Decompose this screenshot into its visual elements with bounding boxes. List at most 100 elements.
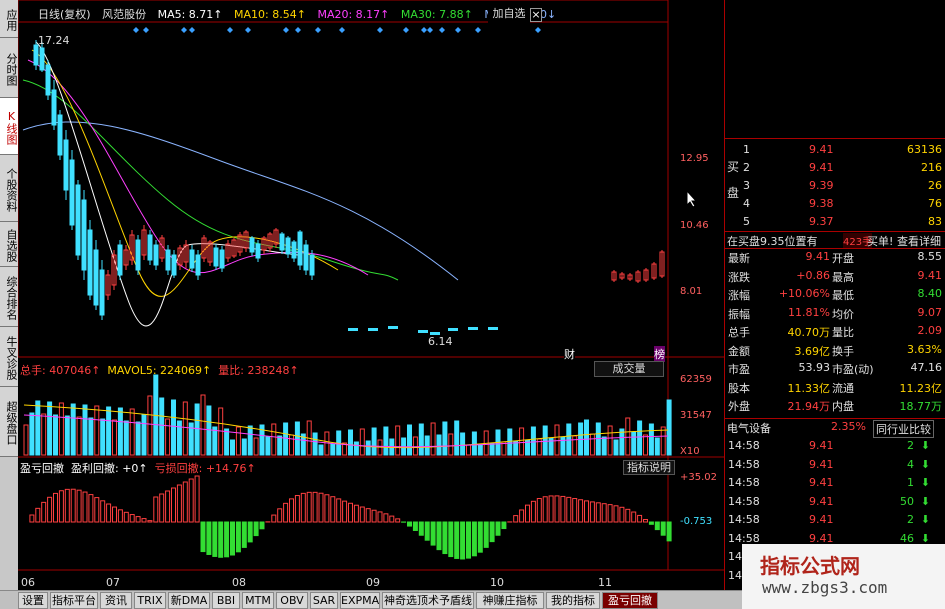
tick-time: 14:58 [728,476,760,489]
volume-bar [53,414,58,456]
industry-row[interactable]: 电气设备 2.35% 同行业比较 [725,418,945,438]
bottom-tab[interactable]: 设置 [18,592,48,609]
close-icon[interactable]: × [530,8,542,22]
industry-name[interactable]: 电气设备 [727,420,771,436]
stat-value: 11.23亿 [899,381,943,395]
signal-diamond-icon [427,27,433,33]
volume-bar [294,421,300,456]
stat-label: 流通 [832,381,854,395]
candlestick [39,47,45,71]
bottom-tab[interactable]: BBI [212,592,240,609]
volume-bar [471,431,477,456]
indicator-bar [454,521,460,559]
signal-diamond-icon [227,27,233,33]
left-tab[interactable]: 自选股 [0,222,18,267]
bottom-tab[interactable]: 我的指标 [546,592,600,609]
candlestick [297,231,303,266]
indicator-bar [64,488,70,523]
left-tab[interactable]: 个股资料 [0,155,18,222]
add-to-watchlist-button[interactable]: 加自选 [488,7,530,23]
bottom-tab[interactable]: 新DMA [168,592,210,609]
indicator-bar [365,508,371,523]
stat-label: 涨跌 [728,270,750,284]
indicator-bar [418,521,424,536]
indicator-bar [525,504,530,523]
industry-compare-button[interactable]: 同行业比较 [873,420,934,438]
mouse-cursor-icon [686,190,698,208]
left-tab[interactable]: 牛叉诊股 [0,327,18,387]
volume-bar [330,443,336,456]
bottom-tab[interactable]: 神奇选顶术予盾线 [382,592,474,609]
order-detail-link[interactable]: 查看详细 [897,233,941,249]
bottom-tab[interactable]: OBV [276,592,308,609]
volume-bar [530,426,536,456]
volume-bar [412,436,418,456]
indicator-bar [159,493,165,523]
volume-bar [94,405,100,456]
left-tab[interactable]: 分时图 [0,38,18,98]
candlestick [388,326,398,329]
indicator-bar [348,502,353,523]
left-tab[interactable]: 综合排名 [0,267,18,327]
volume-bar [613,439,619,456]
bottom-tab[interactable]: TRIX [134,592,166,609]
rank-badge[interactable]: 榜 [654,346,665,362]
order-alert-bar[interactable]: 在买盘9.35位置有 423手 买单! 查看详细 [725,231,945,249]
bid-level-row[interactable]: 2 9.41 216 [725,160,945,177]
volume-bar [23,424,29,456]
bottom-tab[interactable]: 指标平台 [50,592,98,609]
indicator-bar [601,503,607,523]
left-tab[interactable]: K线图 [0,98,18,155]
stat-value: +10.06% [778,287,830,300]
indicator-bar [182,481,188,523]
indicator-bar [294,495,300,523]
ma10-label: MA10: 8.54↑ [234,8,306,21]
indicator-bar [188,478,194,523]
stat-label: 振幅 [728,307,750,321]
stat-value: 2.09 [917,324,943,337]
bottom-tab[interactable]: MTM [242,592,274,609]
volume-bar [454,420,460,456]
bid-level-number: 4 [743,197,750,210]
indicator-bar [389,515,395,523]
indicator-bar [259,521,265,530]
volume-bar [271,423,277,456]
volume-indicator-button[interactable]: 成交量 [594,361,664,377]
stat-value: 3.69亿 [794,344,831,358]
chart-mode[interactable]: 日线(复权) [38,8,91,21]
bid-level-row[interactable]: 3 9.39 26 [725,178,945,195]
bottom-tab[interactable]: 神赚庄指标 [476,592,544,609]
stat-label: 最新 [728,252,750,265]
indicator-bar [100,500,106,523]
candlestick [195,254,201,276]
bid-level-row[interactable]: 4 9.38 76 [725,196,945,213]
quote-stat-row: 振幅 11.81% 均价 9.07 [725,305,945,322]
indicator-bar [212,521,218,557]
month-label: 06 [21,576,35,589]
finance-badge[interactable]: 财 [564,346,575,362]
indicator-bar [318,492,324,523]
left-tab[interactable]: 应用 [0,0,18,38]
price-panel-frame [18,0,669,358]
bid-level-row[interactable]: 1 9.41 63136 [725,142,945,159]
bottom-tab[interactable]: 资讯 [100,592,132,609]
indicator-bar [412,521,418,531]
candlestick [63,139,69,191]
volume-bar [430,422,436,456]
candlestick [153,244,159,266]
quote-stat-row: 总手 40.70万 量比 2.09 [725,323,945,340]
left-tab[interactable]: 超级盘口 [0,387,18,457]
indicator-bar [648,521,654,525]
bottom-tab[interactable]: EXPMA [340,592,380,609]
volume-bar [365,440,371,456]
bottom-tab[interactable]: SAR [310,592,338,609]
chart-canvas[interactable] [18,0,724,590]
kline-chart-area[interactable]: 日线(复权) 风范股份 MA5: 8.71↑ MA10: 8.54↑ MA20:… [18,0,724,590]
tick-price: 9.41 [809,439,834,452]
bid-level-row[interactable]: 5 9.37 83 [725,214,945,231]
volume-bar [289,434,294,456]
volume-bar [542,425,548,456]
bottom-tab[interactable]: 盈亏回撤 [602,592,658,609]
volume-bar [560,436,566,456]
indicator-help-button[interactable]: 指标说明 [623,460,675,475]
